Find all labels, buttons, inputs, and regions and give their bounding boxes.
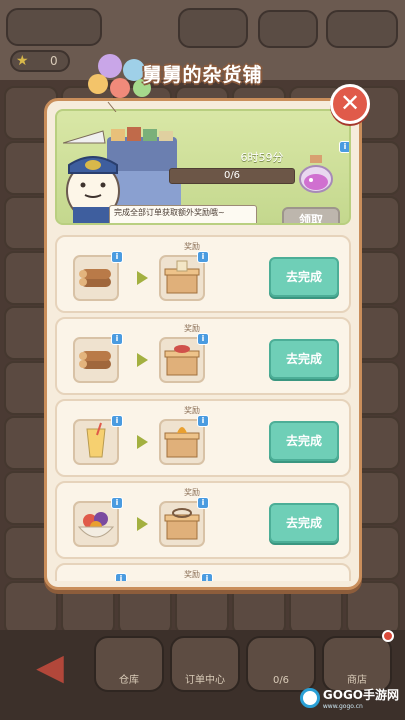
watermark-url: www.gogo.cn [322,703,363,710]
arrow-right-icon [137,271,148,285]
gift-box-icon [164,345,200,376]
progress-text: 0/6 [223,170,241,181]
gift-box-icon [164,427,200,458]
close-icon[interactable]: ✕ [330,84,370,124]
go-complete-button[interactable]: 去完成 [269,421,339,461]
required-item-slot[interactable]: i [73,415,123,465]
order-center-label: 订单中心 [185,675,225,686]
gift-box-icon [164,260,200,294]
reward-item-slot[interactable]: i [159,415,209,465]
reward-item-slot[interactable]: i [159,251,209,301]
required-item-slot[interactable]: i [73,333,123,383]
order-center-button[interactable]: 订单中心 [170,636,240,692]
info-icon[interactable]: i [111,497,123,509]
watermark: GOGO手游网 www.gogo.cn [299,686,399,710]
top-left-panel [6,8,102,46]
board-cell [346,581,400,635]
task-card: 奖励 i i 去完成 [55,481,351,559]
gift-box-icon [164,508,200,540]
warehouse-label: 仓库 [119,675,139,686]
order-progress-bar: 0/6 [169,168,295,184]
grocery-shop-popup: 6时59分 0/6 i 完成全部订单获取额外奖励哦~ 领取 奖励 i i 去完成… [44,98,362,590]
go-complete-button[interactable]: 去完成 [269,257,339,297]
reward-item-slot[interactable]: i [159,497,209,547]
task-card: 奖励 i i 去完成 [55,399,351,477]
shop-button[interactable]: 商店 [322,636,392,692]
info-icon[interactable]: i [115,573,127,581]
order-banner: 6时59分 0/6 i 完成全部订单获取额外奖励哦~ 领取 [55,109,351,225]
order-progress-label: 0/6 [272,675,290,686]
claim-button[interactable]: 领取 [282,207,340,223]
warehouse-button[interactable]: 仓库 [94,636,164,692]
info-icon[interactable]: i [197,497,209,509]
board-cell [4,581,58,635]
potion-jar-icon[interactable] [297,153,335,193]
info-icon[interactable]: i [339,141,349,153]
top-far-right-panel [326,10,398,48]
task-card: 奖励 i i 去完成 [55,235,351,313]
arrow-right-icon [137,353,148,367]
arrow-right-icon [137,517,148,531]
top-right-panel [258,10,318,48]
shop-label: 商店 [347,675,367,686]
fruit-bowl-icon [77,512,115,538]
arrow-right-icon [137,435,148,449]
reward-label: 奖励 [184,488,200,497]
go-complete-button[interactable]: 去完成 [269,503,339,543]
reward-item-slot[interactable]: i [159,333,209,383]
required-item-slot[interactable]: i [73,251,123,301]
info-icon[interactable]: i [111,251,123,263]
wood-logs-icon [79,269,111,287]
info-icon[interactable]: i [111,333,123,345]
notification-dot [382,630,394,642]
reward-label: 奖励 [184,406,200,415]
reward-label: 奖励 [184,242,200,251]
top-mid-panel [178,8,248,48]
order-progress-button[interactable]: 0/6 [246,636,316,692]
info-icon[interactable]: i [201,573,213,581]
task-card: 奖励 i i 去完成 [55,317,351,395]
info-icon[interactable]: i [111,415,123,427]
reward-label: 奖励 [184,324,200,333]
juice-glass-icon [86,422,106,458]
watermark-logo-icon [299,688,320,708]
task-card: 奖励 i i [55,563,351,581]
bonus-note: 完成全部订单获取额外奖励哦~ [109,205,257,223]
wood-logs-icon [79,351,111,369]
popup-title: 舅舅的杂货铺 [142,64,263,86]
go-complete-button[interactable]: 去完成 [269,339,339,379]
info-icon[interactable]: i [197,333,209,345]
watermark-text: GOGO手游网 [322,688,399,702]
info-icon[interactable]: i [197,415,209,427]
back-arrow-icon[interactable]: ◀ [22,648,78,688]
order-task-list[interactable]: 奖励 i i 去完成 奖励 i i 去完成 奖励 i i 去完成 奖励 i i … [55,235,351,581]
required-item-slot[interactable]: i [73,497,123,547]
info-icon[interactable]: i [197,251,209,263]
